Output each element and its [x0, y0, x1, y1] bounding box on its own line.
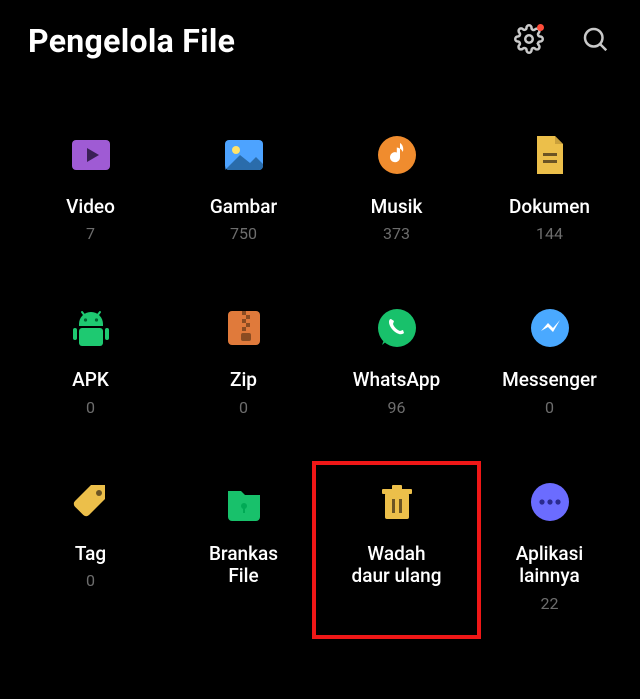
- category-gambar[interactable]: Gambar 750: [171, 128, 316, 243]
- trash-icon: [372, 477, 422, 527]
- search-button[interactable]: [578, 24, 612, 58]
- category-label: Gambar: [210, 196, 277, 218]
- music-icon: [372, 130, 422, 180]
- category-label: Video: [66, 196, 115, 218]
- category-zip[interactable]: Zip 0: [171, 301, 316, 416]
- notification-dot-icon: [537, 24, 544, 31]
- category-count: 22: [541, 594, 559, 613]
- play-icon: [66, 130, 116, 180]
- category-messenger[interactable]: Messenger 0: [477, 301, 622, 416]
- category-count: 0: [86, 398, 95, 417]
- doc-icon: [525, 130, 575, 180]
- category-label: Wadah daur ulang: [352, 543, 442, 588]
- category-label: Messenger: [502, 369, 597, 391]
- settings-button[interactable]: [512, 24, 546, 58]
- more-icon: [525, 477, 575, 527]
- category-label: Tag: [75, 543, 106, 565]
- category-count: 750: [230, 224, 257, 243]
- category-grid: Video7Gambar750Musik373Dokumen144APK0Zip…: [0, 68, 640, 623]
- category-count: 0: [545, 398, 554, 417]
- header-buttons: [512, 24, 612, 58]
- category-tag[interactable]: Tag 0: [18, 475, 163, 613]
- category-label: Musik: [371, 196, 423, 218]
- category-count: 0: [239, 398, 248, 417]
- category-video[interactable]: Video 7: [18, 128, 163, 243]
- category-label: Brankas File: [209, 543, 278, 588]
- category-label: WhatsApp: [353, 369, 440, 391]
- category-count: 144: [536, 224, 563, 243]
- category-label: Zip: [230, 369, 257, 391]
- tag-icon: [66, 477, 116, 527]
- app-header: Pengelola File: [0, 0, 640, 68]
- category-count: 373: [383, 224, 410, 243]
- category-lainnya[interactable]: Aplikasi lainnya 22: [477, 475, 622, 613]
- category-apk[interactable]: APK 0: [18, 301, 163, 416]
- category-label: Aplikasi lainnya: [516, 543, 584, 588]
- android-icon: [66, 303, 116, 353]
- category-brankas[interactable]: Brankas File: [171, 475, 316, 613]
- category-label: Dokumen: [509, 196, 590, 218]
- messenger-icon: [525, 303, 575, 353]
- category-whatsapp[interactable]: WhatsApp 96: [324, 301, 469, 416]
- category-label: APK: [72, 369, 109, 391]
- category-count: 96: [388, 398, 406, 417]
- lock-icon: [219, 477, 269, 527]
- page-title: Pengelola File: [28, 22, 235, 60]
- category-count: 7: [86, 224, 95, 243]
- category-dokumen[interactable]: Dokumen 144: [477, 128, 622, 243]
- category-musik[interactable]: Musik 373: [324, 128, 469, 243]
- category-recycle[interactable]: Wadah daur ulang: [324, 475, 469, 613]
- zip-icon: [219, 303, 269, 353]
- search-icon: [580, 24, 610, 58]
- category-count: 0: [86, 571, 95, 590]
- whatsapp-icon: [372, 303, 422, 353]
- image-icon: [219, 130, 269, 180]
